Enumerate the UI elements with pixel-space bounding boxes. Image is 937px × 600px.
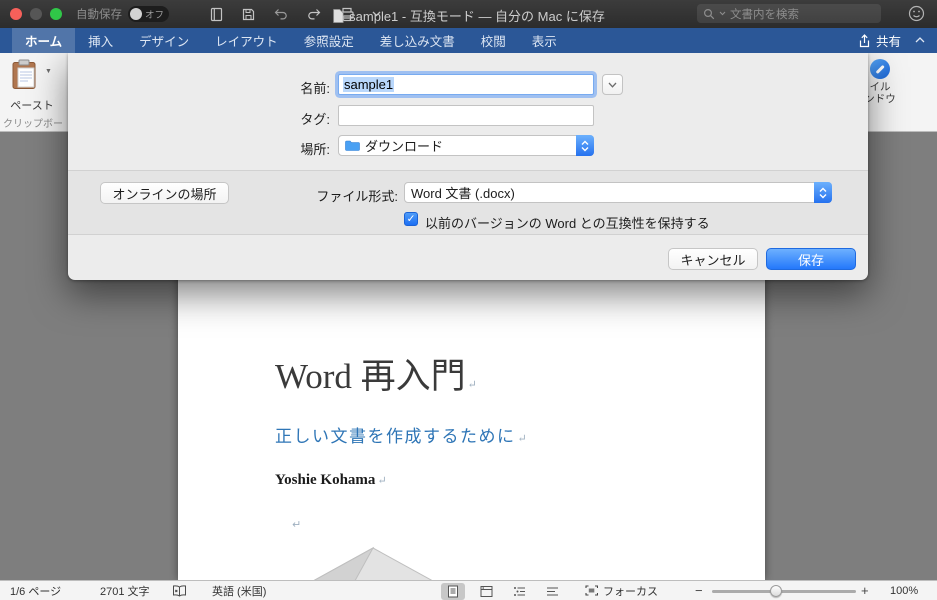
ribbon-tab-bar: ホーム 挿入 デザイン レイアウト 参照設定 差し込み文書 校閲 表示 共有 — [0, 28, 937, 53]
filename-selected-text: sample1 — [343, 77, 395, 92]
zoom-out-button[interactable]: − — [695, 581, 703, 600]
filename-input[interactable]: sample1 — [338, 74, 594, 95]
popup-chevrons-icon — [576, 135, 594, 156]
cancel-button[interactable]: キャンセル — [668, 248, 758, 270]
document-icon — [332, 8, 344, 23]
title-bar: 自動保存 オフ sample1 - 互換モード — 自分の Mac に保存 文書… — [0, 0, 937, 28]
save-icon[interactable] — [241, 7, 256, 22]
tab-layout[interactable]: レイアウト — [202, 28, 291, 53]
collapse-ribbon-chevron-up-icon[interactable] — [915, 37, 925, 43]
zoom-window-button[interactable] — [50, 8, 62, 20]
focus-icon — [585, 585, 598, 596]
close-window-button[interactable] — [10, 8, 22, 20]
search-icon — [703, 8, 715, 20]
search-placeholder: 文書内を検索 — [730, 8, 799, 21]
tab-home[interactable]: ホーム — [12, 28, 76, 53]
paste-button-label[interactable]: ペースト — [0, 97, 64, 113]
tab-mailings[interactable]: 差し込み文書 — [367, 28, 468, 53]
downloads-folder-icon — [345, 140, 360, 151]
where-label: 場所: — [300, 142, 330, 157]
focus-mode-button[interactable]: フォーカス — [585, 581, 658, 600]
tags-input[interactable] — [338, 105, 594, 126]
draft-view-icon[interactable] — [540, 583, 564, 600]
file-format-popup[interactable]: Word 文書 (.docx) — [404, 182, 832, 203]
view-switcher — [441, 581, 564, 600]
tab-insert[interactable]: 挿入 — [75, 28, 126, 53]
tab-references[interactable]: 参照設定 — [291, 28, 367, 53]
dialog-divider — [68, 170, 868, 171]
tab-design[interactable]: デザイン — [126, 28, 202, 53]
search-scope-chevron-icon[interactable] — [719, 11, 726, 16]
share-icon — [858, 33, 871, 48]
paragraph-mark-icon: ↵ — [377, 475, 387, 487]
print-layout-view-icon[interactable] — [441, 582, 465, 600]
where-value: ダウンロード — [365, 139, 444, 154]
undo-icon[interactable] — [273, 7, 289, 21]
save-button[interactable]: 保存 — [766, 248, 856, 270]
window-controls — [10, 8, 62, 20]
window-title-text: sample1 - 互換モード — 自分の Mac に保存 — [349, 9, 605, 24]
where-popup[interactable]: ダウンロード — [338, 135, 594, 156]
dialog-divider — [68, 234, 868, 235]
web-layout-view-icon[interactable] — [474, 583, 498, 600]
redo-icon[interactable] — [306, 7, 322, 21]
notebook-icon[interactable] — [209, 7, 224, 22]
zoom-slider-thumb[interactable] — [770, 585, 782, 597]
paste-clipboard-icon[interactable] — [12, 59, 38, 90]
filename-history-chevron-button[interactable] — [602, 74, 623, 95]
toggle-knob-icon — [130, 8, 142, 20]
name-label: 名前: — [300, 81, 330, 96]
pyramid-shape — [278, 546, 468, 580]
styles-window-icon — [870, 59, 890, 79]
outline-view-icon[interactable] — [507, 583, 531, 600]
popup-chevrons-icon — [814, 182, 832, 203]
share-button[interactable]: 共有 — [858, 28, 901, 53]
autosave-control: 自動保存 オフ — [76, 6, 169, 22]
tags-label: タグ: — [300, 112, 330, 127]
window-title: sample1 - 互換モード — 自分の Mac に保存 — [332, 6, 605, 25]
proofing-status-icon[interactable] — [172, 581, 187, 600]
minimize-window-button[interactable] — [30, 8, 42, 20]
focus-label: フォーカス — [603, 585, 658, 598]
document-subtitle: 正しい文書を作成するために ↵ — [275, 427, 529, 446]
file-format-value: Word 文書 (.docx) — [411, 186, 515, 201]
document-author: Yoshie Kohama ↵ — [275, 472, 387, 488]
tab-view[interactable]: 表示 — [519, 28, 570, 53]
language-indicator[interactable]: 英語 (米国) — [212, 581, 266, 600]
compatibility-checkbox[interactable]: ✓ — [404, 212, 418, 226]
save-dialog: 名前: sample1 タグ: 場所: ダウンロード オンラインの場所 ファイル… — [68, 53, 868, 280]
autosave-state: オフ — [145, 10, 165, 21]
zoom-level[interactable]: 100% — [890, 581, 918, 600]
tab-review[interactable]: 校閲 — [468, 28, 519, 53]
autosave-label: 自動保存 — [76, 9, 122, 21]
autosave-toggle[interactable]: オフ — [128, 6, 169, 22]
page-indicator[interactable]: 1/6 ページ — [10, 581, 61, 600]
zoom-in-button[interactable]: + — [861, 581, 869, 600]
search-field[interactable]: 文書内を検索 — [697, 4, 881, 23]
paragraph-mark-icon: ↵ — [517, 433, 529, 445]
status-bar: 1/6 ページ 2701 文字 英語 (米国) フォーカス − + 100% — [0, 580, 937, 600]
paragraph-mark-icon: ↵ — [292, 519, 302, 531]
clipboard-group-label: クリップボー — [3, 119, 63, 130]
paragraph-mark-icon: ↵ — [467, 379, 477, 391]
compatibility-label: 以前のバージョンの Word との互換性を保持する — [425, 216, 710, 231]
file-format-label: ファイル形式: — [316, 189, 398, 204]
document-title: Word 再入門 ↵ — [275, 357, 477, 396]
share-label: 共有 — [875, 35, 901, 49]
zoom-slider[interactable] — [712, 585, 856, 597]
paste-dropdown-caret-icon[interactable]: ▼ — [45, 68, 52, 75]
word-count[interactable]: 2701 文字 — [100, 581, 150, 600]
feedback-smiley-icon[interactable] — [908, 5, 925, 22]
